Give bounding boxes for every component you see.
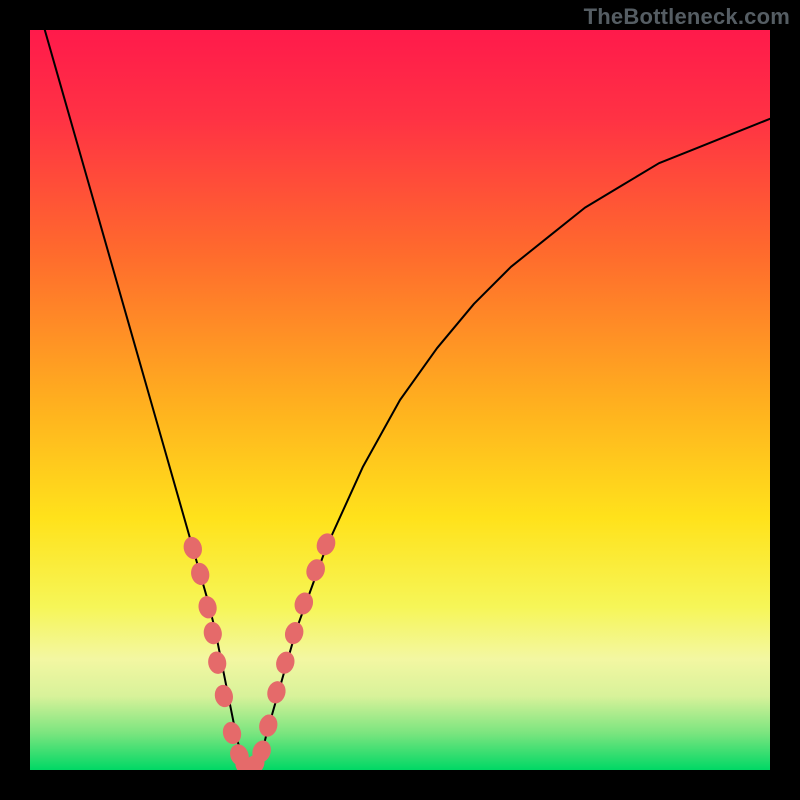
chart-plot	[30, 30, 770, 770]
chart-frame: TheBottleneck.com	[0, 0, 800, 800]
watermark-text: TheBottleneck.com	[584, 4, 790, 30]
